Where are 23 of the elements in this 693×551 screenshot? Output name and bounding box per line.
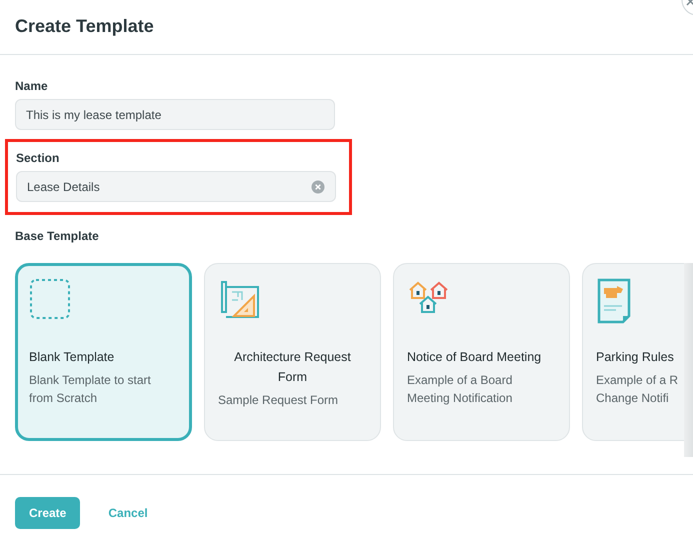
template-card[interactable]: Architecture Request Form Sample Request Form — [204, 263, 381, 441]
text-field[interactable]: This is my lease template — [15, 99, 335, 130]
card-title: Parking Rules — [596, 349, 674, 366]
template-card[interactable]: Notice of Board Meeting Example of a Board Meeting Notification — [393, 263, 570, 441]
card-title: Notice of Board Meeting — [407, 349, 542, 366]
field-label: Section — [16, 151, 60, 165]
clear-icon[interactable] — [311, 180, 325, 194]
card-description: Example of a R Change Notifi — [596, 372, 678, 407]
dog-document-icon — [596, 278, 632, 324]
field-label: Name — [15, 79, 48, 93]
card-description: Sample Request Form — [218, 392, 338, 409]
card-title: Blank Template — [29, 349, 114, 366]
template-card[interactable]: Parking Rules Example of a R Change Notifi — [582, 263, 684, 441]
template-card[interactable]: Blank Template Blank Template to start from Scratch — [15, 263, 192, 441]
card-title: Architecture Request Form — [233, 349, 352, 386]
blueprint-icon — [218, 278, 260, 320]
text-field[interactable]: Lease Details — [16, 171, 336, 202]
dashed-square-icon — [29, 278, 71, 320]
field-label: Base Template — [15, 229, 99, 243]
close-icon[interactable] — [679, 0, 693, 16]
dialog-title: Create Template — [15, 16, 154, 37]
card-description: Blank Template to start from Scratch — [29, 372, 152, 407]
card-description: Example of a Board Meeting Notification — [407, 372, 514, 407]
